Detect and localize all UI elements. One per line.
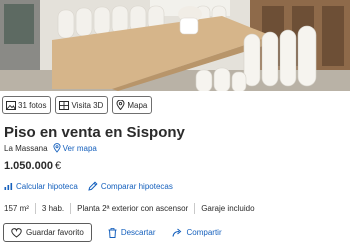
share-label: Compartir	[186, 228, 222, 237]
listing-photo[interactable]	[0, 0, 350, 91]
location-pin-icon	[53, 143, 61, 153]
calculate-mortgage-link[interactable]: Calcular hipoteca	[4, 182, 78, 191]
save-favorite-button[interactable]: Guardar favorito	[3, 223, 92, 242]
feature-area: 157 m²	[4, 204, 29, 213]
dining-room-image	[0, 0, 350, 91]
location-row: La Massana Ver mapa	[4, 143, 97, 153]
map-button[interactable]: Mapa	[112, 96, 153, 114]
photos-button[interactable]: 31 fotos	[2, 96, 52, 114]
cube-icon	[59, 100, 70, 110]
pencil-icon	[88, 181, 98, 191]
features-list: 157 m² 3 hab. Planta 2ª exterior con asc…	[4, 203, 261, 214]
mortgage-links: Calcular hipoteca Comparar hipotecas	[4, 181, 173, 191]
calculate-mortgage-label: Calcular hipoteca	[16, 181, 78, 191]
see-map-link[interactable]: Ver mapa	[53, 143, 97, 153]
bar-chart-icon	[4, 183, 13, 190]
feature-rooms: 3 hab.	[34, 203, 70, 214]
price-amount: 1.050.000	[4, 160, 53, 172]
image-icon	[6, 100, 16, 110]
discard-label: Descartar	[120, 228, 156, 237]
feature-garage: Garaje incluido	[194, 203, 260, 214]
photos-label: 31 fotos	[18, 100, 47, 110]
tour-3d-button[interactable]: Visita 3D	[55, 96, 109, 114]
location-text: La Massana	[4, 143, 48, 153]
feature-floor: Planta 2ª exterior con ascensor	[70, 203, 194, 214]
save-favorite-label: Guardar favorito	[26, 228, 84, 237]
share-arrow-icon	[171, 228, 181, 237]
listing-actions: Guardar favorito Descartar Compartir	[3, 223, 222, 242]
discard-button[interactable]: Descartar	[108, 227, 156, 238]
listing-title: Piso en venta en Sispony	[4, 124, 185, 141]
trash-icon	[108, 227, 117, 238]
heart-icon	[11, 227, 22, 238]
compare-mortgages-label: Comparar hipotecas	[100, 181, 173, 191]
see-map-label: Ver mapa	[62, 143, 97, 153]
share-button[interactable]: Compartir	[171, 228, 222, 237]
price-currency: €	[54, 160, 62, 172]
tour-3d-label: Visita 3D	[71, 100, 104, 110]
map-label: Mapa	[127, 100, 148, 110]
location-pin-icon	[116, 100, 125, 110]
price: 1.050.000 €	[4, 160, 61, 172]
compare-mortgages-link[interactable]: Comparar hipotecas	[88, 181, 173, 191]
media-tabs: 31 fotos Visita 3D Mapa	[2, 96, 153, 114]
